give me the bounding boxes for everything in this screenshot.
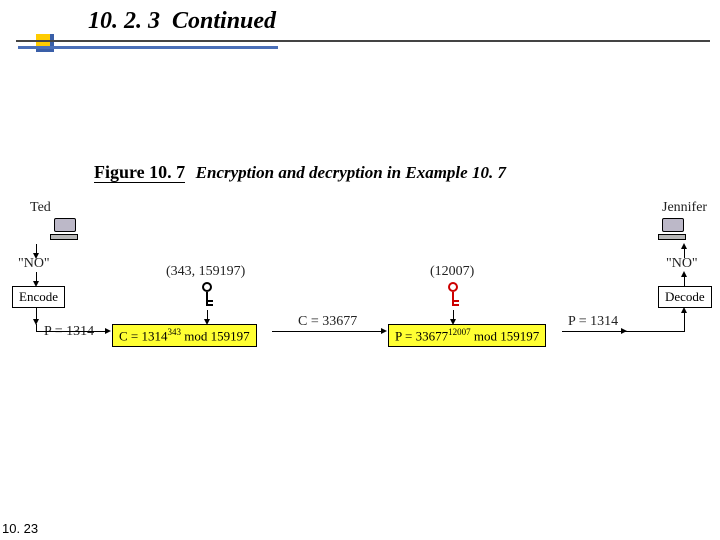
arrow-icon: [684, 276, 685, 286]
slide-header: 10. 2. 3 Continued: [40, 8, 700, 35]
person-ted-label: Ted: [30, 200, 51, 216]
p-value-left: P = 1314: [44, 324, 94, 340]
plain-formula-box: P = 3367712007 mod 159197: [388, 324, 546, 347]
cipher-formula-box: C = 1314343 mod 159197: [112, 324, 257, 347]
arrow-icon: [562, 331, 622, 332]
key-icon: [200, 282, 216, 310]
figure-description: Encryption and decryption in Example 10.…: [196, 163, 506, 182]
arrow-icon: [36, 331, 106, 332]
cipher-value: C = 33677: [298, 314, 357, 330]
section-number: 10. 2. 3: [88, 8, 160, 34]
person-jennifer-label: Jennifer: [662, 200, 707, 216]
arrow-line: [36, 324, 37, 332]
arrow-icon: [272, 331, 382, 332]
figure-label: Figure 10. 7: [94, 162, 185, 183]
arrow-icon: [207, 310, 208, 320]
figure-caption: Figure 10. 7 Encryption and decryption i…: [94, 162, 506, 183]
decode-box: Decode: [658, 286, 712, 308]
section-word: Continued: [172, 8, 276, 34]
arrow-line: [684, 324, 685, 332]
computer-icon: [50, 218, 80, 242]
arrow-line: [622, 331, 684, 332]
plaintext-no-right: "NO": [666, 256, 698, 272]
arrow-icon: [36, 308, 37, 320]
divider-accent: [18, 46, 278, 49]
key-icon: [446, 282, 462, 310]
arrow-icon: [36, 272, 37, 282]
arrow-icon: [36, 244, 37, 254]
private-key-label: (12007): [430, 264, 474, 280]
arrow-icon: [453, 310, 454, 320]
diagram-container: Ted "NO" Encode P = 1314 (343, 159197) C…: [0, 200, 720, 380]
divider-line: [16, 40, 710, 42]
bullet-square-icon: [36, 34, 54, 52]
public-key-label: (343, 159197): [166, 264, 245, 280]
section-title: 10. 2. 3 Continued: [88, 8, 700, 35]
computer-icon: [658, 218, 688, 242]
encode-box: Encode: [12, 286, 65, 308]
plaintext-no-left: "NO": [18, 256, 50, 272]
arrow-icon: [684, 312, 685, 324]
page-number: 10. 23: [2, 521, 38, 536]
p-value-right: P = 1314: [568, 314, 618, 330]
